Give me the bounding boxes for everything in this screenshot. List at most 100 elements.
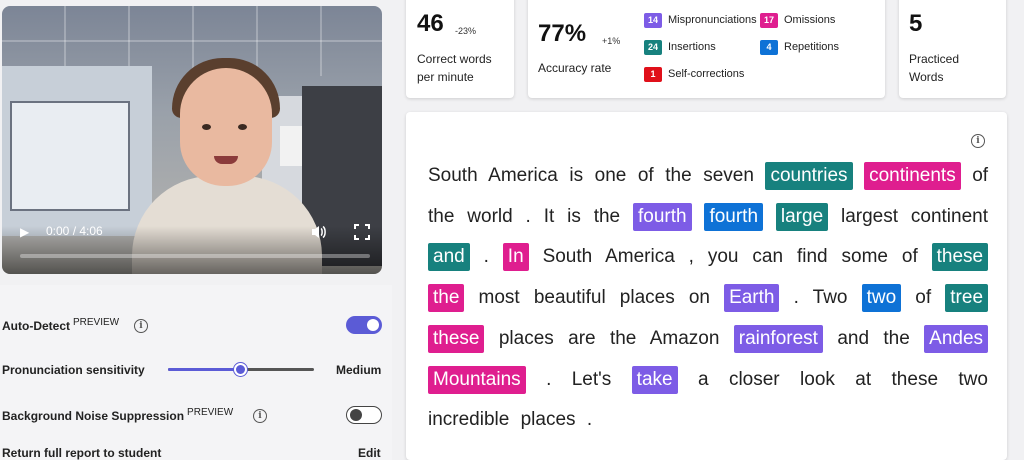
- legend-insertions: 24 Insertions: [644, 39, 716, 55]
- inserted-word[interactable]: these: [931, 243, 989, 272]
- omitted-word[interactable]: Mountains: [428, 365, 526, 394]
- legend-label: Insertions: [668, 41, 716, 53]
- practiced-label: Practiced Words: [909, 50, 959, 86]
- video-board: [10, 101, 130, 211]
- sensitivity-label: Pronunciation sensitivity: [2, 363, 145, 377]
- info-icon[interactable]: i: [134, 319, 148, 333]
- edit-report-button[interactable]: Edit: [358, 446, 381, 460]
- video-person-eye: [202, 124, 211, 130]
- passage-word: of: [915, 287, 932, 309]
- mispronounced-word[interactable]: Andes: [924, 324, 989, 353]
- passage-word: you: [707, 246, 739, 268]
- legend-mispronunciations: 14 Mispronunciations: [644, 12, 757, 28]
- passage-word: of: [901, 246, 918, 268]
- passage-word: beautiful: [533, 287, 606, 309]
- slider-handle[interactable]: [234, 363, 247, 376]
- accuracy-delta: +1%: [602, 36, 621, 46]
- sensitivity-slider[interactable]: [168, 363, 314, 376]
- reading-passage: South America is one of the seven countr…: [428, 156, 989, 441]
- passage-word: two: [958, 368, 988, 390]
- legend-repetitions: 4 Repetitions: [760, 39, 839, 55]
- video-player[interactable]: ▶ 0:00 / 4:06: [2, 6, 382, 274]
- inserted-word[interactable]: large: [775, 202, 829, 231]
- passage-word: can: [752, 246, 784, 268]
- inserted-word[interactable]: and: [428, 243, 470, 272]
- passage-word: America: [488, 165, 558, 186]
- passage-word: of: [637, 165, 654, 186]
- repetitions-count: 4: [760, 39, 778, 55]
- mispronunciations-count: 14: [644, 12, 662, 28]
- auto-detect-toggle[interactable]: [346, 316, 382, 334]
- wpm-card: 46 -23% Correct words per minute: [406, 0, 514, 98]
- passage-word: the: [665, 165, 692, 186]
- passage-word: Two: [812, 287, 848, 309]
- legend-label: Mispronunciations: [668, 14, 757, 26]
- inserted-word[interactable]: countries: [765, 162, 853, 190]
- passage-word: South: [542, 246, 593, 268]
- passage-word: places: [520, 409, 576, 431]
- volume-icon[interactable]: [310, 224, 328, 240]
- passage-word: America: [605, 246, 675, 268]
- passage-word: look: [800, 368, 835, 390]
- passage-word: largest: [841, 205, 899, 227]
- passage-word: most: [478, 287, 520, 309]
- passage-word: world: [467, 205, 513, 227]
- mispronounced-word[interactable]: fourth: [632, 202, 692, 231]
- passage-word: It: [543, 205, 555, 227]
- slider-fill: [168, 368, 241, 371]
- report-label: Return full report to student: [2, 446, 162, 460]
- legend-label: Self-corrections: [668, 68, 745, 80]
- passage-word: the: [428, 205, 455, 227]
- noise-label: Background Noise Suppression PREVIEW: [2, 407, 233, 423]
- practiced-card: 5 Practiced Words: [899, 0, 1006, 98]
- mispronounced-word[interactable]: Earth: [724, 284, 780, 313]
- passage-word: ,: [688, 246, 694, 268]
- passage-word: a: [697, 368, 709, 390]
- passage-word: incredible: [428, 409, 510, 431]
- video-time: 0:00 / 4:06: [46, 224, 103, 238]
- noise-suppression-toggle[interactable]: [346, 406, 382, 424]
- passage-word: Let's: [571, 368, 612, 390]
- preview-tag: PREVIEW: [73, 317, 120, 328]
- wpm-delta: -23%: [455, 26, 477, 36]
- passage-word: .: [586, 409, 593, 431]
- insertions-count: 24: [644, 39, 662, 55]
- practiced-label-line: Practiced: [909, 52, 960, 66]
- mispronounced-word[interactable]: rainforest: [733, 324, 823, 353]
- omitted-word[interactable]: In: [502, 243, 529, 272]
- noise-text: Background Noise Suppression: [2, 409, 185, 423]
- accuracy-label: Accuracy rate: [538, 61, 612, 75]
- passage-word: Amazon: [649, 327, 720, 349]
- passage-word: .: [546, 368, 552, 390]
- omissions-count: 17: [760, 12, 778, 28]
- passage-word: the: [609, 327, 637, 349]
- passage-word: .: [525, 205, 531, 227]
- omitted-word[interactable]: continents: [864, 162, 961, 190]
- passage-word: closer: [728, 368, 780, 390]
- passage-word: the: [593, 205, 621, 227]
- play-icon[interactable]: ▶: [20, 224, 34, 240]
- repeated-word[interactable]: two: [861, 284, 902, 313]
- repeated-word[interactable]: fourth: [704, 202, 764, 231]
- legend-omissions: 17 Omissions: [760, 12, 835, 28]
- mispronounced-word[interactable]: take: [631, 365, 678, 394]
- accuracy-card: 77% +1% Accuracy rate 14 Mispronunciatio…: [528, 0, 885, 98]
- omitted-word[interactable]: the: [428, 284, 465, 313]
- omitted-word[interactable]: these: [428, 324, 485, 353]
- wpm-label-line: per minute: [417, 70, 474, 84]
- reading-passage-card: i South America is one of the seven coun…: [406, 112, 1007, 460]
- passage-word: is: [567, 205, 581, 227]
- fullscreen-icon[interactable]: [354, 224, 370, 240]
- passage-word: find: [796, 246, 828, 268]
- passage-word: .: [483, 246, 489, 268]
- video-progress-bar[interactable]: [20, 254, 370, 258]
- inserted-word[interactable]: tree: [945, 284, 989, 313]
- toggle-knob: [367, 319, 379, 331]
- legend-self-corrections: 1 Self-corrections: [644, 66, 744, 82]
- passage-word: is: [569, 165, 584, 186]
- passage-word: some: [841, 246, 888, 268]
- info-icon[interactable]: i: [253, 409, 267, 423]
- info-icon[interactable]: i: [971, 134, 985, 148]
- passage-word: seven: [703, 165, 754, 186]
- passage-word: places: [619, 287, 675, 309]
